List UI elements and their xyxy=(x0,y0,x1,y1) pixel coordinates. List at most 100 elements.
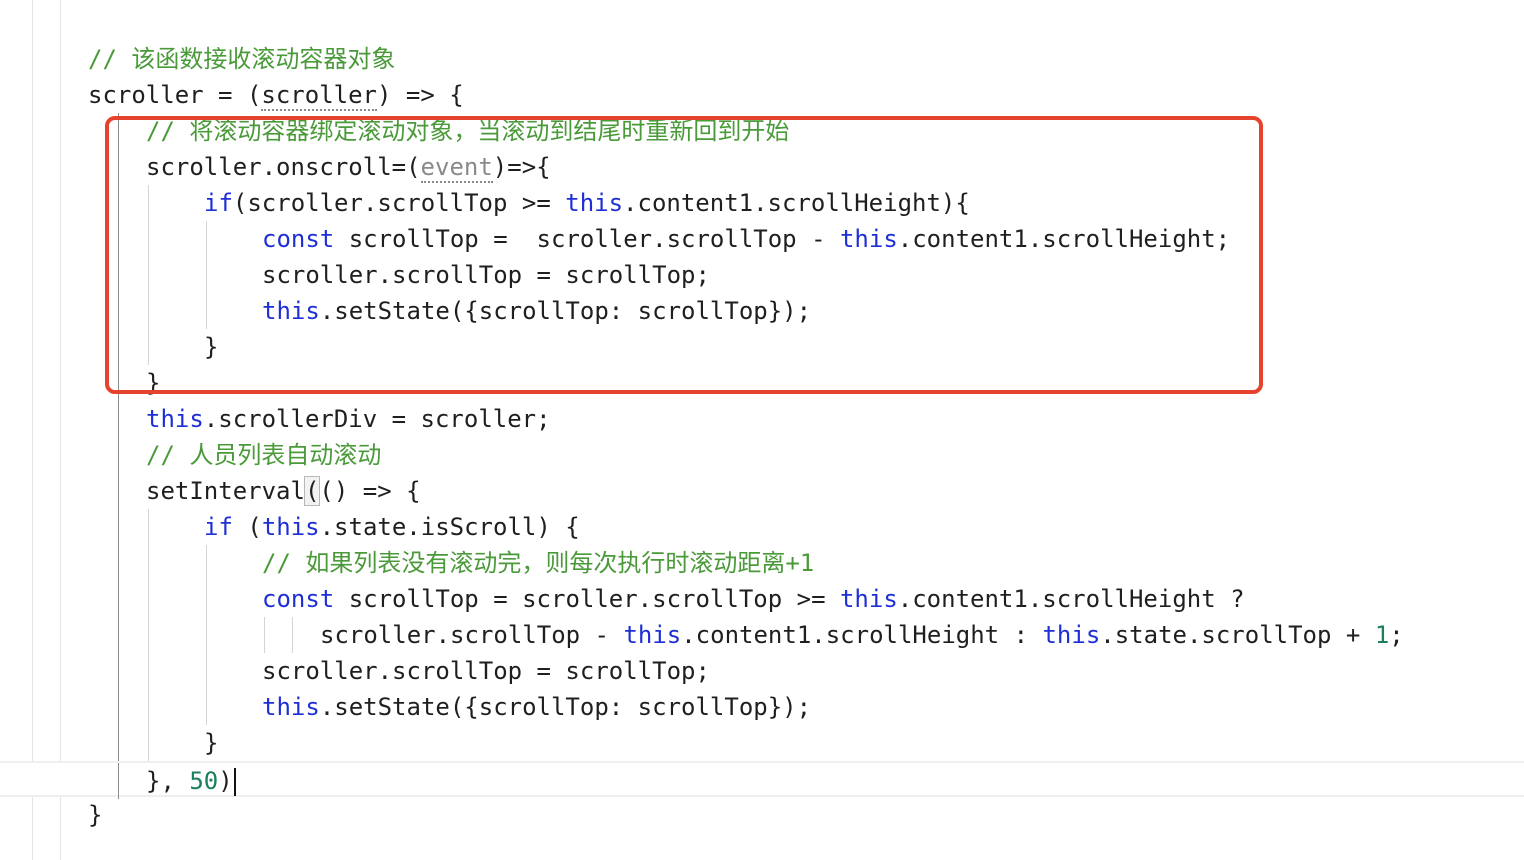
code-token: scroller.scrollTop = scrollTop; xyxy=(262,261,710,289)
indent-guide xyxy=(118,329,119,365)
code-token: .state.isScroll) { xyxy=(319,513,580,541)
code-token: } xyxy=(88,801,103,829)
code-token: this xyxy=(839,225,898,253)
code-line[interactable]: scroller.scrollTop = scrollTop; xyxy=(0,653,1524,689)
code-line[interactable]: // 人员列表自动滚动 xyxy=(0,437,1524,473)
indent-guide xyxy=(148,509,149,545)
indent-guide xyxy=(118,581,119,617)
code-token: .content1.scrollHeight){ xyxy=(623,189,970,217)
indent-guide xyxy=(118,185,119,221)
code-line[interactable]: } xyxy=(0,725,1524,761)
code-token: setInterval xyxy=(146,477,305,505)
indent-guide xyxy=(206,653,207,689)
code-line-text: scroller.scrollTop = scrollTop; xyxy=(262,653,710,689)
code-line-text: this.setState({scrollTop: scrollTop}); xyxy=(262,689,811,725)
code-token: } xyxy=(204,729,219,757)
code-token: .setState({scrollTop: scrollTop}); xyxy=(319,297,812,325)
code-token: .content1.scrollHeight; xyxy=(897,225,1231,253)
code-line[interactable]: scroller.onscroll=(event)=>{ xyxy=(0,149,1524,185)
code-token: this xyxy=(262,297,320,325)
code-line-text: }, 50) xyxy=(146,763,236,799)
indent-guide xyxy=(118,725,119,761)
code-token: .content1.scrollHeight ? xyxy=(897,585,1245,613)
code-line-text: this.scrollerDiv = scroller; xyxy=(146,401,551,437)
code-line-text: setInterval(() => { xyxy=(146,473,421,509)
code-token: } xyxy=(146,369,161,397)
code-line-text: if (this.state.isScroll) { xyxy=(204,509,580,545)
indent-guide xyxy=(148,221,149,257)
code-token: const xyxy=(262,225,335,253)
code-token: scroller xyxy=(261,81,377,111)
code-token: // 人员列表自动滚动 xyxy=(146,441,382,469)
indent-guide xyxy=(148,293,149,329)
indent-guide xyxy=(148,329,149,365)
code-line[interactable]: } xyxy=(0,797,1524,833)
code-line[interactable]: setInterval(() => { xyxy=(0,473,1524,509)
indent-guide xyxy=(206,293,207,329)
code-token: ; xyxy=(1389,621,1404,649)
code-line[interactable]: if(scroller.scrollTop >= this.content1.s… xyxy=(0,185,1524,221)
code-token: this xyxy=(146,405,204,433)
code-line[interactable]: // 如果列表没有滚动完，则每次执行时滚动距离+1 xyxy=(0,545,1524,581)
indent-guide xyxy=(264,617,265,653)
code-token: }, xyxy=(146,767,190,795)
code-line[interactable]: const scrollTop = scroller.scrollTop - t… xyxy=(0,221,1524,257)
code-line-text: // 将滚动容器绑定滚动对象，当滚动到结尾时重新回到开始 xyxy=(146,113,789,149)
code-line[interactable]: // 该函数接收滚动容器对象 xyxy=(0,41,1524,77)
code-token: ( xyxy=(303,476,321,506)
code-line-text: scroller = (scroller) => { xyxy=(88,77,464,113)
code-line[interactable]: this.setState({scrollTop: scrollTop}); xyxy=(0,293,1524,329)
code-token: 50 xyxy=(189,767,219,795)
code-line[interactable]: scroller.scrollTop = scrollTop; xyxy=(0,257,1524,293)
code-line-text: } xyxy=(204,725,218,761)
code-line[interactable]: scroller = (scroller) => { xyxy=(0,77,1524,113)
indent-guide xyxy=(118,653,119,689)
code-editor[interactable]: // 该函数接收滚动容器对象 scroller = (scroller) => {… xyxy=(0,0,1524,860)
code-line-text: const scrollTop = scroller.scrollTop >= … xyxy=(262,581,1245,617)
code-token: } xyxy=(204,333,219,361)
code-token: )=>{ xyxy=(492,153,551,181)
code-line-text: scroller.onscroll=(event)=>{ xyxy=(146,149,551,185)
indent-guide xyxy=(118,293,119,329)
code-token: // 如果列表没有滚动完，则每次执行时滚动距离+1 xyxy=(262,549,815,577)
code-line-text: } xyxy=(204,329,218,365)
indent-guide xyxy=(118,509,119,545)
code-line[interactable]: this.scrollerDiv = scroller; xyxy=(0,401,1524,437)
indent-guide xyxy=(206,257,207,293)
code-line[interactable]: // 将滚动容器绑定滚动对象，当滚动到结尾时重新回到开始 xyxy=(0,113,1524,149)
code-line-text: this.setState({scrollTop: scrollTop}); xyxy=(262,293,811,329)
indent-guide xyxy=(206,581,207,617)
code-line-text: } xyxy=(146,365,160,401)
code-line-text: // 该函数接收滚动容器对象 xyxy=(88,41,395,77)
code-token: this xyxy=(1042,621,1101,649)
code-line[interactable]: }, 50) xyxy=(0,761,1524,799)
code-token: scroller = ( xyxy=(88,81,262,109)
code-token: .content1.scrollHeight : xyxy=(681,621,1043,649)
indent-guide xyxy=(206,689,207,725)
indent-guide xyxy=(118,221,119,257)
code-token: scrollTop = scroller.scrollTop >= xyxy=(334,585,840,613)
code-line[interactable]: this.setState({scrollTop: scrollTop}); xyxy=(0,689,1524,725)
code-line-text: scroller.scrollTop - this.content1.scrol… xyxy=(320,617,1404,653)
code-token: ) xyxy=(218,767,233,795)
indent-guide xyxy=(118,401,119,437)
code-area[interactable]: // 该函数接收滚动容器对象 scroller = (scroller) => {… xyxy=(0,41,1524,833)
code-line-text: const scrollTop = scroller.scrollTop - t… xyxy=(262,221,1230,257)
code-token: this xyxy=(623,621,682,649)
code-line-text: if(scroller.scrollTop >= this.content1.s… xyxy=(204,185,970,221)
code-token: if xyxy=(204,189,233,217)
code-token: .scrollerDiv = scroller; xyxy=(203,405,551,433)
code-line[interactable]: if (this.state.isScroll) { xyxy=(0,509,1524,545)
code-line[interactable]: const scrollTop = scroller.scrollTop >= … xyxy=(0,581,1524,617)
code-line[interactable]: scroller.scrollTop - this.content1.scrol… xyxy=(0,617,1524,653)
code-token: this xyxy=(565,189,624,217)
code-line[interactable]: } xyxy=(0,365,1524,401)
code-token: event xyxy=(420,153,493,183)
code-token: ) => { xyxy=(376,81,464,109)
code-token: this xyxy=(262,693,320,721)
indent-guide xyxy=(118,763,119,799)
text-cursor xyxy=(233,768,236,796)
indent-guide xyxy=(118,437,119,473)
code-token: scroller.scrollTop = scrollTop; xyxy=(262,657,710,685)
code-line[interactable]: } xyxy=(0,329,1524,365)
